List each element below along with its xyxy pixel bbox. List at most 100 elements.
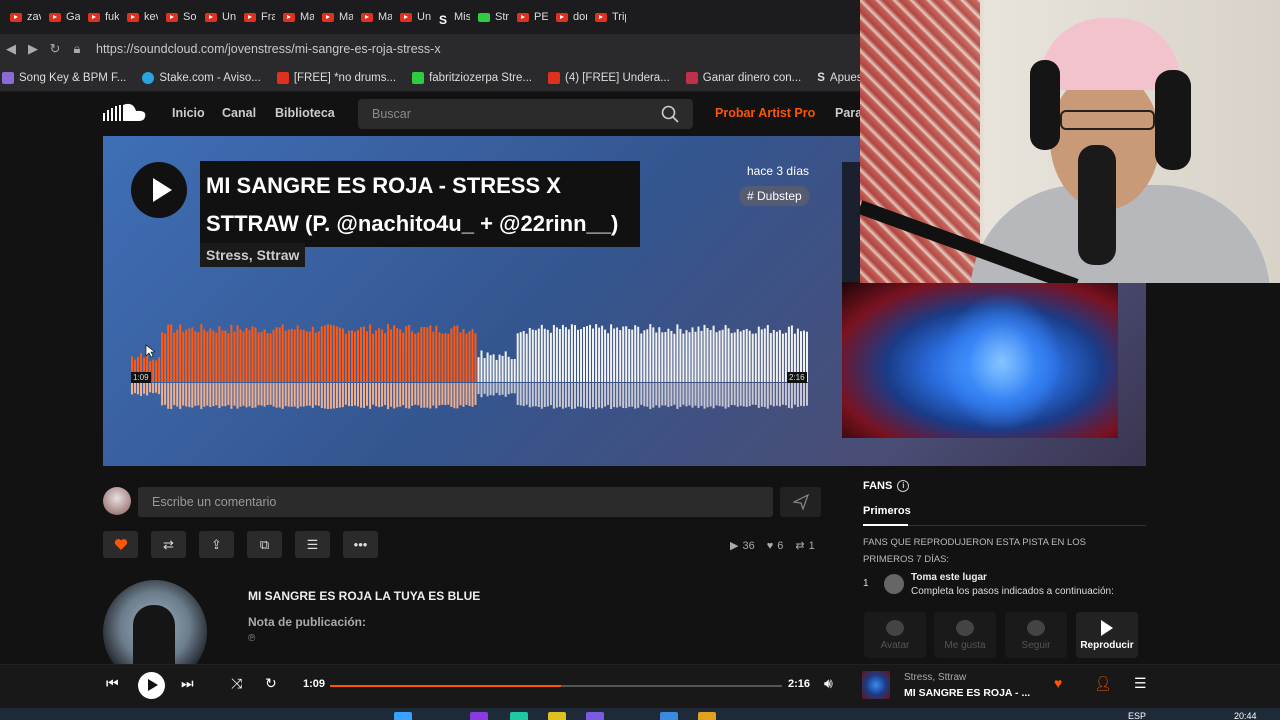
waveform-reflection-bar <box>519 383 522 406</box>
taskbar-app-icon[interactable] <box>660 712 678 720</box>
fan-step-follow[interactable]: Seguir <box>1005 612 1067 658</box>
waveform-bar <box>694 331 697 382</box>
waveform-bar <box>357 330 359 382</box>
url-text[interactable]: https://soundcloud.com/jovenstress/mi-sa… <box>96 42 441 56</box>
waveform-bar <box>748 330 751 382</box>
fan-step-play[interactable]: Reproducir <box>1076 612 1138 658</box>
back-icon[interactable]: ◀ <box>0 41 22 57</box>
fan-step-like[interactable]: Me gusta <box>934 612 996 658</box>
queue-icon[interactable]: ☰ <box>1134 675 1147 692</box>
bookmark-label: Ganar dinero con... <box>702 71 802 84</box>
repost-button[interactable]: ⇄ <box>151 531 186 558</box>
browser-tab[interactable]: Mal <box>275 0 314 34</box>
genre-tag[interactable]: # Dubstep <box>739 186 810 206</box>
like-button[interactable] <box>103 531 138 558</box>
bookmark-item[interactable]: Stake.com - Aviso... <box>142 71 261 84</box>
taskbar-language[interactable]: ESP <box>1128 711 1146 720</box>
track-artists[interactable]: Stress, Sttraw <box>200 243 306 267</box>
bookmark-item[interactable]: fabritziozerpa Stre... <box>412 71 532 84</box>
taskbar-clock[interactable]: 20:44 <box>1234 711 1257 720</box>
browser-tab[interactable]: Stre <box>470 0 509 34</box>
waveform-bar <box>164 333 167 382</box>
waveform-reflection-bar <box>495 383 498 393</box>
windows-start-icon[interactable] <box>394 712 412 720</box>
waveform-reflection-bar <box>344 383 347 405</box>
player-progress-bar[interactable] <box>330 685 782 687</box>
taskbar-app-icon[interactable] <box>586 712 604 720</box>
bookmark-item[interactable]: Song Key & BPM F... <box>2 71 126 84</box>
browser-tab[interactable]: zav <box>2 0 41 34</box>
waveform-bar <box>354 331 356 382</box>
browser-tab[interactable]: Unc <box>197 0 236 34</box>
comment-input[interactable]: Escribe un comentario <box>138 487 773 517</box>
browser-tab[interactable]: Trip <box>587 0 626 34</box>
search-icon[interactable] <box>661 105 679 123</box>
browser-tab[interactable]: Unc <box>392 0 431 34</box>
waveform-reflection-bar <box>549 383 552 406</box>
waveform-reflection-bar <box>646 383 649 407</box>
nav-feed[interactable]: Canal <box>222 106 256 120</box>
user-avatar[interactable] <box>103 487 131 515</box>
reposts-stat[interactable]: ⇄ 1 <box>795 539 814 553</box>
previous-icon[interactable]: ⏮︎ <box>106 675 119 692</box>
add-to-playlist-button[interactable]: ☰ <box>295 531 330 558</box>
nav-library[interactable]: Biblioteca <box>275 106 335 120</box>
youtube-icon <box>166 12 178 22</box>
volume-icon[interactable]: 🔊︎ <box>824 675 833 692</box>
player-follow-icon[interactable]: 👤︎ <box>1094 675 1112 692</box>
nav-para[interactable]: Para <box>835 106 862 120</box>
player-thumbnail[interactable] <box>862 671 890 699</box>
info-icon[interactable]: i <box>897 480 910 492</box>
next-icon[interactable]: ⏭︎ <box>181 675 194 692</box>
fan-step-avatar[interactable]: Avatar <box>864 612 926 658</box>
player-title[interactable]: MI SANGRE ES ROJA - ... <box>904 687 1030 699</box>
soundcloud-logo-icon[interactable] <box>103 102 147 124</box>
tab-label: Gal <box>66 11 80 23</box>
bookmark-item[interactable]: [FREE] *no drums... <box>276 71 396 84</box>
search-input[interactable]: Buscar <box>358 99 693 129</box>
player-play-button[interactable] <box>138 672 165 699</box>
taskbar-app-icon[interactable] <box>470 712 488 720</box>
folder-icon[interactable] <box>698 712 716 720</box>
waveform[interactable] <box>131 322 809 412</box>
waveform-reflection-bar <box>528 383 531 408</box>
waveform-reflection-bar <box>480 383 483 398</box>
address-bar: ◀ ▶ ↻ 🔒︎ https://soundcloud.com/jovenstr… <box>0 34 860 64</box>
browser-tab[interactable]: don <box>548 0 587 34</box>
try-artist-pro-link[interactable]: Probar Artist Pro <box>715 106 815 120</box>
likes-stat[interactable]: ♥ 6 <box>767 539 784 552</box>
browser-tab[interactable]: S Mis <box>431 0 470 34</box>
chrome-icon[interactable] <box>548 712 566 720</box>
taskbar-app-icon[interactable] <box>510 712 528 720</box>
share-button[interactable]: ⇪ <box>199 531 234 558</box>
player-artists[interactable]: Stress, Sttraw <box>904 672 966 683</box>
tab-first-fans[interactable]: Primeros <box>863 505 911 517</box>
browser-tab[interactable]: kev <box>119 0 158 34</box>
repeat-icon[interactable]: ↻ <box>265 675 277 692</box>
bookmark-item[interactable]: (4) [FREE] Undera... <box>547 71 670 84</box>
bookmark-item[interactable]: S Apuestas <box>817 72 860 84</box>
browser-tab[interactable]: PEP <box>509 0 548 34</box>
browser-tab[interactable]: fuki <box>80 0 119 34</box>
browser-tab[interactable]: Sou <box>158 0 197 34</box>
bookmark-item[interactable]: Ganar dinero con... <box>685 71 802 84</box>
browser-tab[interactable]: Mal <box>353 0 392 34</box>
waveform-reflection-bar <box>351 383 353 407</box>
play-button[interactable] <box>131 162 187 218</box>
copy-link-button[interactable]: ⧉ <box>247 531 282 558</box>
browser-tab[interactable]: Fra <box>236 0 275 34</box>
waveform-bar <box>507 356 510 382</box>
reload-icon[interactable]: ↻ <box>44 41 66 57</box>
more-button[interactable]: ••• <box>343 531 378 558</box>
shuffle-icon[interactable]: ⤨ <box>231 675 242 692</box>
youtube-icon <box>400 12 412 22</box>
browser-tab[interactable]: Gal <box>41 0 80 34</box>
browser-tab[interactable]: Mal <box>314 0 353 34</box>
nav-home[interactable]: Inicio <box>172 106 205 120</box>
waveform-bar <box>260 331 263 382</box>
forward-icon[interactable]: ▶ <box>22 41 44 57</box>
send-comment-button[interactable] <box>780 487 821 517</box>
waveform-reflection-bar <box>155 383 158 393</box>
player-like-icon[interactable]: ♥ <box>1054 675 1062 691</box>
search-placeholder: Buscar <box>372 107 411 121</box>
